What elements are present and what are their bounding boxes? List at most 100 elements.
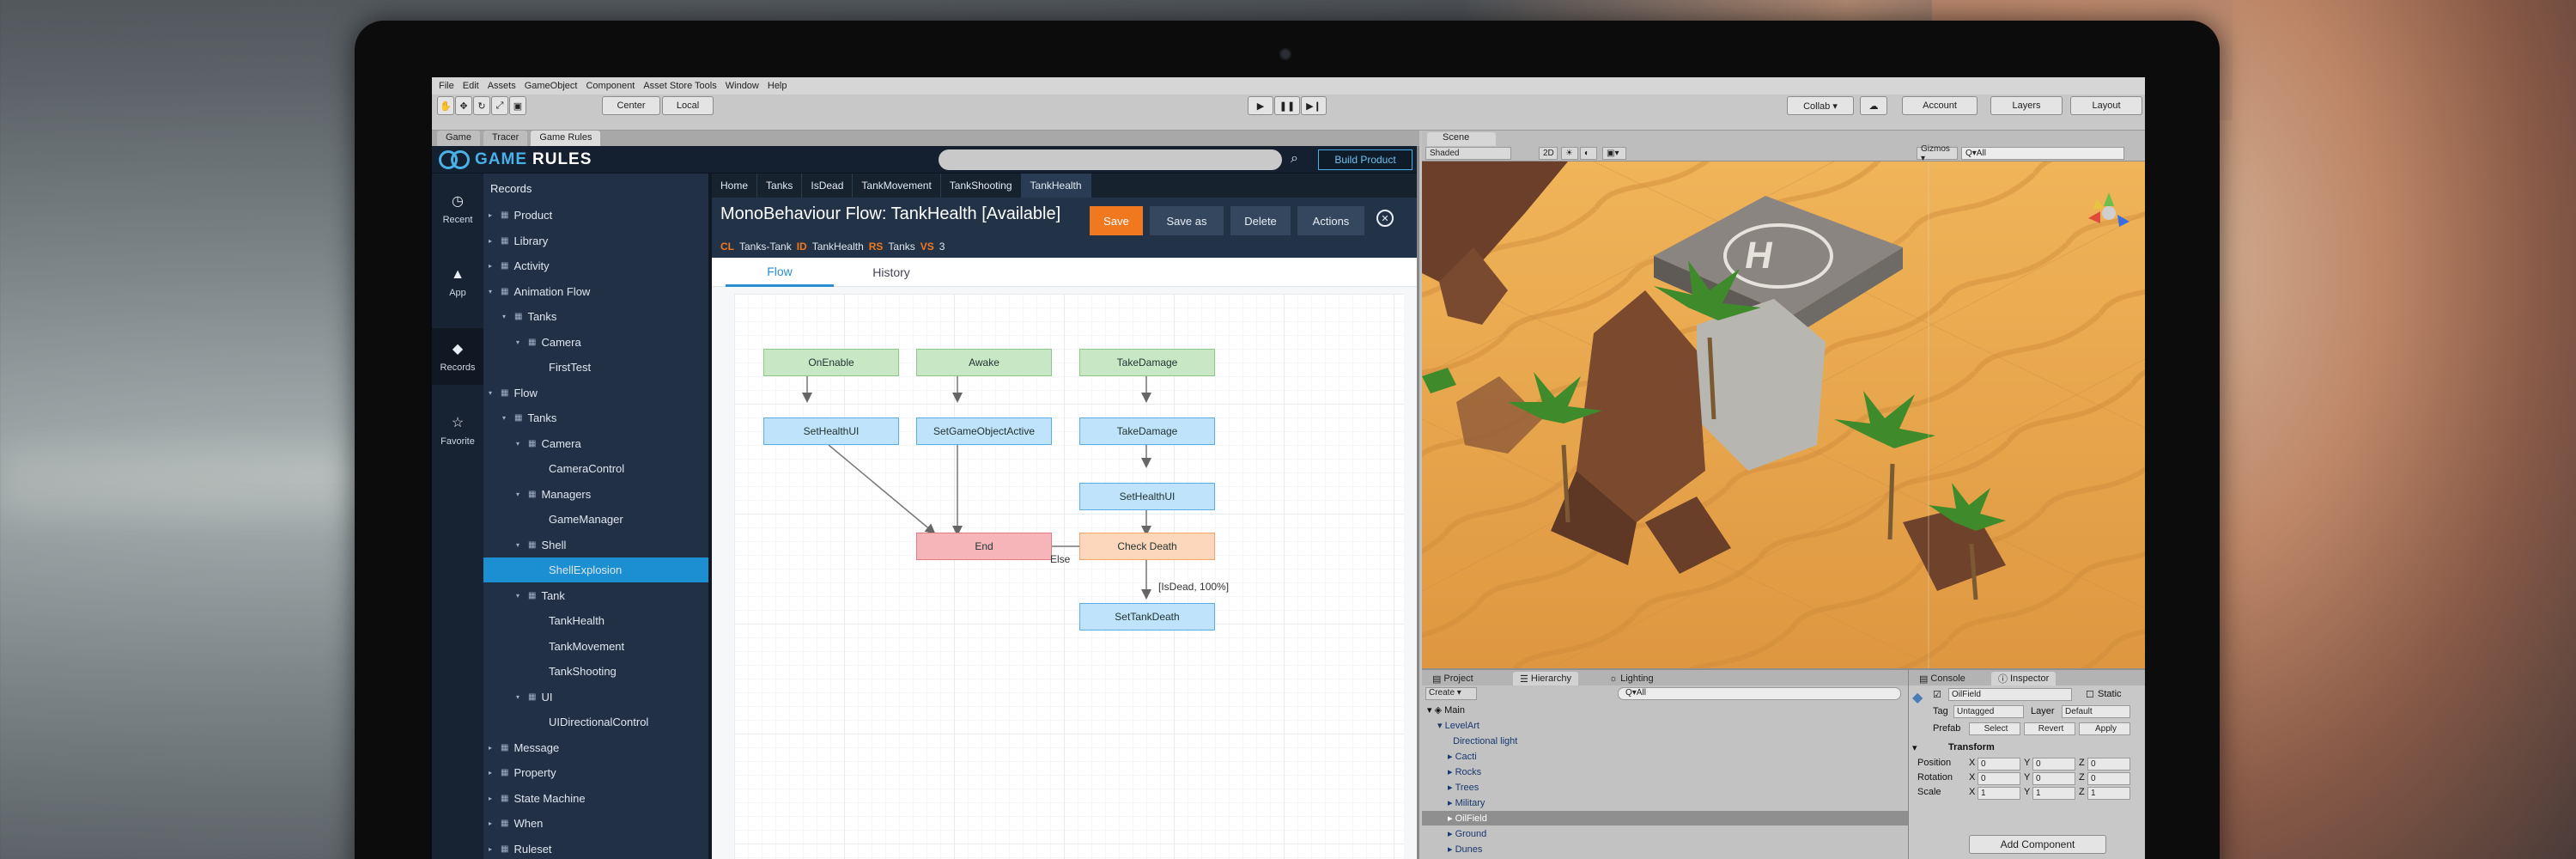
delete-button[interactable]: Delete — [1230, 206, 1291, 235]
flow-node-takedamage-event[interactable]: TakeDamage — [1079, 349, 1215, 376]
hierarchy-arrow-icon[interactable]: ▾ — [1437, 720, 1445, 731]
tree-arrow-icon[interactable]: ▾ — [516, 541, 523, 549]
tree-arrow-icon[interactable]: ▸ — [489, 237, 495, 245]
effects-dropdown-icon[interactable]: ▣▾ — [1602, 147, 1626, 160]
step-button[interactable]: ▶❙ — [1301, 96, 1327, 115]
hierarchy-arrow-icon[interactable]: ▸ — [1448, 813, 1455, 824]
hierarchy-row[interactable]: ▸ Ground — [1422, 826, 1908, 841]
transform-field-z[interactable]: 0 — [2087, 758, 2130, 771]
tree-node[interactable]: ▾ ▦ Tanks — [483, 304, 708, 329]
hierarchy-arrow-icon[interactable]: ▸ — [1448, 782, 1455, 793]
object-name-field[interactable]: OilField — [1948, 688, 2072, 701]
hierarchy-arrow-icon[interactable]: ▸ — [1448, 844, 1455, 855]
tree-node[interactable]: ▸ ▦ Message — [483, 735, 708, 760]
tree-arrow-icon[interactable]: ▸ — [489, 795, 495, 802]
tree-arrow-icon[interactable]: ▾ — [502, 313, 509, 320]
tree-node[interactable]: ▾ ▦ Shell — [483, 533, 708, 557]
transform-field-x[interactable]: 1 — [1978, 787, 2020, 800]
prefab-revert-button[interactable]: Revert — [2024, 722, 2075, 735]
menu-assets[interactable]: Assets — [488, 81, 516, 91]
scale-tool-icon[interactable]: ⤢ — [491, 96, 508, 115]
tree-node[interactable]: ▸ ▦ Activity — [483, 253, 708, 278]
crumb-tankshooting[interactable]: TankShooting — [941, 174, 1022, 198]
tree-arrow-icon[interactable]: ▸ — [489, 211, 495, 219]
tree-arrow-icon[interactable]: ▾ — [516, 338, 523, 346]
tree-arrow-icon[interactable]: ▾ — [516, 693, 523, 701]
hierarchy-row[interactable]: ▸ OilField — [1422, 811, 1908, 825]
transform-field-y[interactable]: 0 — [2032, 772, 2075, 785]
hierarchy-row[interactable]: Directional light — [1422, 734, 1908, 748]
flow-node-sethealthui-2[interactable]: SetHealthUI — [1079, 483, 1215, 510]
tree-arrow-icon[interactable]: ▾ — [516, 440, 523, 448]
menu-component[interactable]: Component — [586, 81, 635, 91]
flow-node-check-death[interactable]: Check Death — [1079, 533, 1215, 560]
menu-asset-store-tools[interactable]: Asset Store Tools — [643, 81, 716, 91]
layers-dropdown[interactable]: Layers — [1990, 96, 2063, 115]
prefab-select-button[interactable]: Select — [1969, 722, 2020, 735]
collab-button[interactable]: Collab ▾ — [1787, 96, 1854, 115]
tree-node[interactable]: CameraControl — [483, 456, 708, 481]
tree-node[interactable]: ▸ ▦ Ruleset — [483, 837, 708, 859]
pivot-local-button[interactable]: Local — [662, 96, 714, 115]
rail-favorite[interactable]: ☆ Favorite — [432, 402, 483, 459]
tree-arrow-icon[interactable]: ▾ — [516, 592, 523, 600]
static-checkbox[interactable]: ☐ — [2086, 689, 2094, 700]
crumb-home[interactable]: Home — [712, 174, 758, 198]
scene-search-input[interactable]: Q▾All — [1961, 147, 2124, 160]
tree-node[interactable]: GameManager — [483, 507, 708, 532]
audio-toggle-icon[interactable]: ◐ — [1580, 147, 1597, 160]
menu-file[interactable]: File — [439, 81, 454, 91]
tab-inspector[interactable]: ⓘ Inspector — [1991, 672, 2057, 685]
menu-gameobject[interactable]: GameObject — [525, 81, 578, 91]
rect-tool-icon[interactable]: ▣ — [509, 96, 526, 115]
tab-hierarchy[interactable]: ☰ Hierarchy — [1513, 672, 1578, 685]
hierarchy-arrow-icon[interactable]: ▸ — [1448, 797, 1455, 808]
tab-game-rules[interactable]: Game Rules — [531, 131, 601, 146]
tab-project[interactable]: ▤ Project — [1425, 672, 1480, 685]
hierarchy-row[interactable]: ▸ Rocks — [1422, 765, 1908, 779]
account-dropdown[interactable]: Account — [1902, 96, 1978, 115]
pivot-center-button[interactable]: Center — [602, 96, 660, 115]
hierarchy-row[interactable]: ▸ Military — [1422, 795, 1908, 810]
gizmos-dropdown[interactable]: Gizmos ▾ — [1917, 144, 1958, 163]
hierarchy-row[interactable]: ▾ LevelArt — [1422, 718, 1908, 733]
tree-node[interactable]: UIDirectionalControl — [483, 710, 708, 734]
app-search-input[interactable] — [939, 149, 1282, 170]
prefab-apply-button[interactable]: Apply — [2079, 722, 2130, 735]
tree-node[interactable]: ▾ ▦ Camera — [483, 431, 708, 456]
layer-dropdown[interactable]: Default — [2062, 705, 2130, 718]
tree-node[interactable]: FirstTest — [483, 355, 708, 380]
toggle-2d[interactable]: 2D — [1539, 147, 1558, 160]
play-button[interactable]: ▶ — [1248, 96, 1273, 115]
tag-dropdown[interactable]: Untagged — [1953, 705, 2024, 718]
menu-window[interactable]: Window — [726, 81, 759, 91]
menu-help[interactable]: Help — [768, 81, 787, 91]
create-dropdown[interactable]: Create ▾ — [1425, 687, 1477, 700]
save-as-button[interactable]: Save as — [1150, 206, 1224, 235]
tree-node[interactable]: ▾ ▦ Tanks — [483, 405, 708, 430]
hierarchy-row[interactable]: ▸ Dunes — [1422, 842, 1908, 856]
tab-tracer[interactable]: Tracer — [483, 131, 528, 146]
tree-node[interactable]: TankHealth — [483, 608, 708, 633]
flow-node-takedamage[interactable]: TakeDamage — [1079, 417, 1215, 445]
shading-dropdown[interactable]: Shaded — [1425, 147, 1511, 160]
pane-splitter[interactable] — [1417, 146, 1419, 859]
flow-node-setgameobjectactive[interactable]: SetGameObjectActive — [916, 417, 1052, 445]
tree-node[interactable]: ▾ ▦ Animation Flow — [483, 279, 708, 304]
hierarchy-search-input[interactable]: Q▾All — [1618, 687, 1901, 700]
tree-node[interactable]: TankMovement — [483, 634, 708, 659]
add-component-button[interactable]: Add Component — [1969, 835, 2106, 854]
cloud-icon[interactable]: ☁ — [1860, 96, 1887, 115]
tree-arrow-icon[interactable]: ▾ — [489, 288, 495, 295]
tree-node[interactable]: TankShooting — [483, 659, 708, 684]
crumb-tanks[interactable]: Tanks — [757, 174, 803, 198]
transform-field-x[interactable]: 0 — [1978, 772, 2020, 785]
transform-field-z[interactable]: 1 — [2087, 787, 2130, 800]
hierarchy-arrow-icon[interactable]: ▸ — [1448, 828, 1455, 839]
hierarchy-arrow-icon[interactable]: ▸ — [1448, 751, 1455, 762]
transform-field-z[interactable]: 0 — [2087, 772, 2130, 785]
crumb-tankhealth[interactable]: TankHealth — [1021, 174, 1091, 198]
tree-arrow-icon[interactable]: ▸ — [489, 845, 495, 853]
flow-node-awake[interactable]: Awake — [916, 349, 1052, 376]
tree-node[interactable]: ▾ ▦ Managers — [483, 482, 708, 507]
